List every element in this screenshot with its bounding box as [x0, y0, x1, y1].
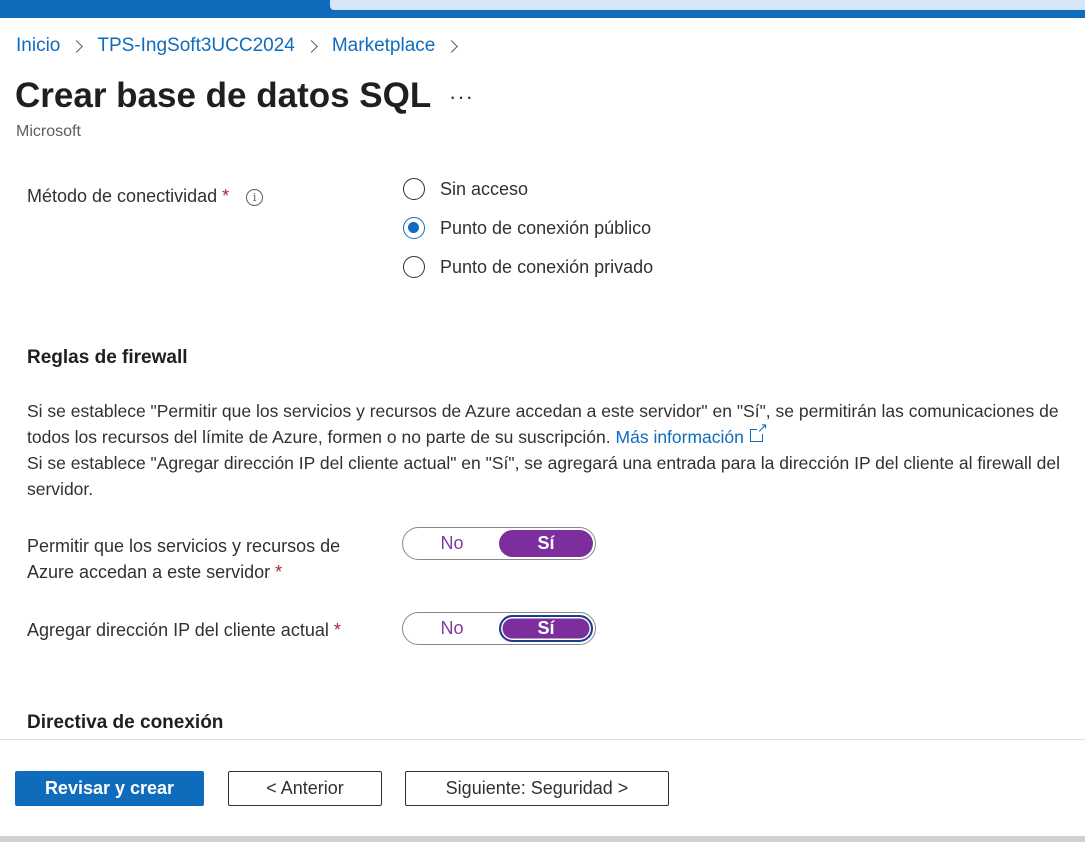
- info-icon[interactable]: i: [246, 189, 264, 206]
- more-options-icon[interactable]: ···: [449, 84, 474, 110]
- chevron-right-icon: [70, 39, 84, 53]
- breadcrumb-resource-group[interactable]: TPS-IngSoft3UCC2024: [97, 35, 295, 57]
- connectivity-method-text: Método de conectividad: [27, 186, 218, 206]
- allow-azure-label: Permitir que los servicios y recursos de…: [27, 533, 340, 585]
- review-create-button[interactable]: Revisar y crear: [15, 771, 204, 806]
- portal-header: [0, 0, 1085, 18]
- previous-button[interactable]: < Anterior: [228, 771, 382, 806]
- firewall-description: Si se establece "Permitir que los servic…: [27, 398, 1077, 502]
- next-security-button[interactable]: Siguiente: Seguridad >: [405, 771, 669, 806]
- required-asterisk: *: [333, 620, 341, 640]
- global-search-box[interactable]: [330, 0, 1085, 10]
- firewall-description-2: Si se establece "Agregar dirección IP de…: [27, 453, 1060, 499]
- breadcrumb: Inicio TPS-IngSoft3UCC2024 Marketplace: [16, 35, 472, 57]
- radio-button[interactable]: [403, 256, 425, 278]
- allow-azure-toggle[interactable]: No Sí: [402, 527, 596, 560]
- label-line-1: Permitir que los servicios y recursos de: [27, 536, 341, 556]
- mas-informacion-link[interactable]: Más información: [615, 421, 768, 447]
- radio-label: Punto de conexión privado: [440, 256, 654, 277]
- radio-button-selected[interactable]: [403, 217, 425, 239]
- breadcrumb-inicio[interactable]: Inicio: [16, 35, 60, 57]
- chevron-right-icon: [304, 39, 318, 53]
- link-text: Más información: [615, 427, 744, 447]
- label-text: Agregar dirección IP del cliente actual: [27, 620, 329, 640]
- connectivity-method-label: Método de conectividad * i: [27, 183, 264, 209]
- required-asterisk: *: [275, 562, 283, 582]
- radio-label: Sin acceso: [440, 178, 529, 199]
- radio-punto-privado[interactable]: Punto de conexión privado: [403, 256, 653, 278]
- toggle-option-si[interactable]: Sí: [499, 615, 593, 642]
- label-line-2: Azure accedan a este servidor: [27, 562, 271, 582]
- connection-policy-title: Directiva de conexión: [27, 712, 224, 733]
- external-link-icon: [749, 421, 768, 442]
- breadcrumb-marketplace[interactable]: Marketplace: [332, 35, 436, 57]
- toggle-option-no[interactable]: No: [403, 613, 501, 644]
- add-client-ip-label: Agregar dirección IP del cliente actual …: [27, 617, 341, 643]
- footer-divider: [0, 739, 1085, 740]
- page-title: Crear base de datos SQL: [15, 76, 432, 115]
- firewall-description-1: Si se establece "Permitir que los servic…: [27, 401, 1059, 447]
- chevron-right-icon: [445, 39, 459, 53]
- page-subtitle: Microsoft: [16, 123, 81, 140]
- add-client-ip-toggle[interactable]: No Sí: [402, 612, 596, 645]
- horizontal-scrollbar[interactable]: [0, 836, 1085, 842]
- toggle-option-no[interactable]: No: [403, 528, 501, 559]
- required-asterisk: *: [222, 186, 230, 206]
- radio-button[interactable]: [403, 178, 425, 200]
- toggle-option-si[interactable]: Sí: [499, 530, 593, 557]
- firewall-section-title: Reglas de firewall: [27, 347, 188, 368]
- radio-sin-acceso[interactable]: Sin acceso: [403, 178, 528, 200]
- radio-punto-publico[interactable]: Punto de conexión público: [403, 217, 651, 239]
- radio-label: Punto de conexión público: [440, 217, 652, 238]
